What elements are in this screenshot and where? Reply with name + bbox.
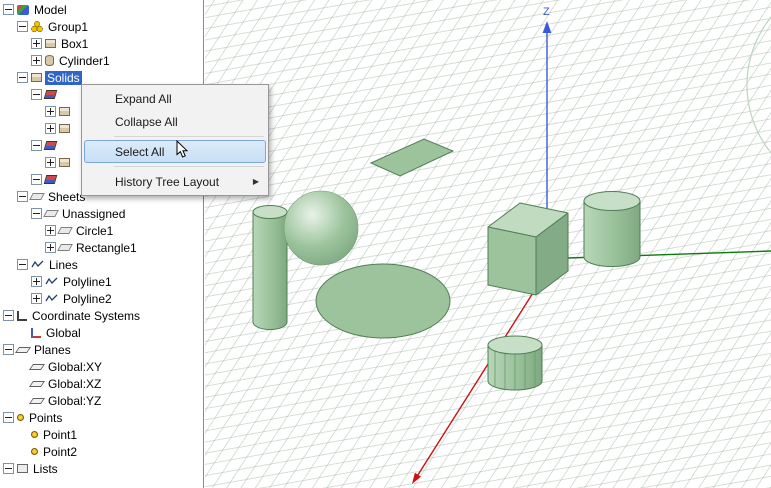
shape-sphere[interactable] [284,191,358,265]
plane-icon [29,398,45,404]
expand-expander-icon[interactable] [45,242,56,253]
tree-item-rectangle1[interactable]: Rectangle1 [0,239,203,256]
expand-expander-icon[interactable] [45,225,56,236]
menu-separator [114,166,264,167]
expand-expander-icon[interactable] [45,123,56,134]
solids-icon [31,73,42,82]
shape-box[interactable] [488,203,568,295]
tree-item-global-yz[interactable]: Global:YZ [0,392,203,409]
box-icon [45,39,56,48]
material-icon [44,175,58,184]
menu-item-history-tree-layout[interactable]: History Tree Layout [84,170,266,193]
context-menu: Expand All Collapse All Select All Histo… [81,84,269,196]
expand-expander-icon[interactable] [45,106,56,117]
expand-expander-icon[interactable] [31,38,42,49]
point-icon [31,448,38,455]
shape-small-cylinder[interactable] [488,336,542,390]
menu-item-collapse-all[interactable]: Collapse All [84,110,266,133]
expand-expander-icon[interactable] [31,276,42,287]
box-icon [59,107,70,116]
polyline-icon [31,259,44,270]
material-icon [44,90,58,99]
tree-item-points[interactable]: Points [0,409,203,426]
menu-item-expand-all[interactable]: Expand All [84,87,266,110]
z-axis-label: Z [543,6,550,18]
plane-icon [29,381,45,387]
collapse-expander-icon[interactable] [31,140,42,151]
polyline-icon [45,293,58,304]
collapse-expander-icon[interactable] [31,208,42,219]
global-cs-icon [31,328,41,338]
collapse-expander-icon[interactable] [17,72,28,83]
tree-item-coordinate-systems[interactable]: Coordinate Systems [0,307,203,324]
sheet-icon [43,210,59,217]
plane-icon [29,364,45,370]
tree-item-model[interactable]: Model [0,1,203,18]
tree-item-circle1[interactable]: Circle1 [0,222,203,239]
collapse-expander-icon[interactable] [17,21,28,32]
collapse-expander-icon[interactable] [3,412,14,423]
cylinder-icon [45,55,54,66]
box-icon [59,158,70,167]
coordinate-system-icon [17,311,27,321]
tree-item-polyline2[interactable]: Polyline2 [0,290,203,307]
plane-icon [15,347,31,353]
collapse-expander-icon[interactable] [3,463,14,474]
tree-item-planes[interactable]: Planes [0,341,203,358]
collapse-expander-icon[interactable] [31,89,42,100]
shape-right-cylinder[interactable] [584,192,640,267]
mouse-cursor-icon [176,140,188,159]
collapse-expander-icon[interactable] [31,174,42,185]
selected-label: Solids [45,71,82,85]
menu-item-select-all[interactable]: Select All [84,140,266,163]
collapse-expander-icon[interactable] [3,310,14,321]
box-icon [59,124,70,133]
tree-item-point2[interactable]: Point2 [0,443,203,460]
expand-expander-icon[interactable] [31,293,42,304]
expand-expander-icon[interactable] [45,157,56,168]
tree-item-group1[interactable]: Group1 [0,18,203,35]
model-tree-panel: Model Group1 Box1 Cylinder1 Solids Sheet… [0,0,204,488]
rectangle-sheet-icon [57,244,73,251]
collapse-expander-icon[interactable] [3,4,14,15]
tree-item-cylinder1[interactable]: Cylinder1 [0,52,203,69]
polyline-icon [45,276,58,287]
collapse-expander-icon[interactable] [17,259,28,270]
shape-rectangle-sheet[interactable] [371,139,453,176]
lists-icon [17,464,28,473]
modeler-3d-viewport[interactable]: Z [205,0,771,488]
tree-item-polyline1[interactable]: Polyline1 [0,273,203,290]
expand-expander-icon[interactable] [31,55,42,66]
z-axis-arrow-icon [543,21,552,33]
tree-item-global-xy[interactable]: Global:XY [0,358,203,375]
shape-circle-sheet[interactable] [316,264,450,338]
tree-item-global-xz[interactable]: Global:XZ [0,375,203,392]
menu-separator [114,136,264,137]
model-icon [17,5,29,15]
tree-item-point1[interactable]: Point1 [0,426,203,443]
tree-item-box1[interactable]: Box1 [0,35,203,52]
x-axis-arrow-icon [412,473,421,484]
tree-item-lines[interactable]: Lines [0,256,203,273]
tree-item-lists[interactable]: Lists [0,460,203,477]
group-icon [31,21,43,32]
shape-tall-cylinder[interactable] [253,206,287,330]
tree-item-global-cs[interactable]: Global [0,324,203,341]
sheet-icon [29,193,45,200]
material-icon [44,141,58,150]
point-icon [31,431,38,438]
background-arc [747,0,771,193]
point-icon [17,414,24,421]
collapse-expander-icon[interactable] [3,344,14,355]
scene-svg: Z [205,0,771,488]
circle-sheet-icon [57,227,73,234]
tree-item-unassigned[interactable]: Unassigned [0,205,203,222]
collapse-expander-icon[interactable] [17,191,28,202]
